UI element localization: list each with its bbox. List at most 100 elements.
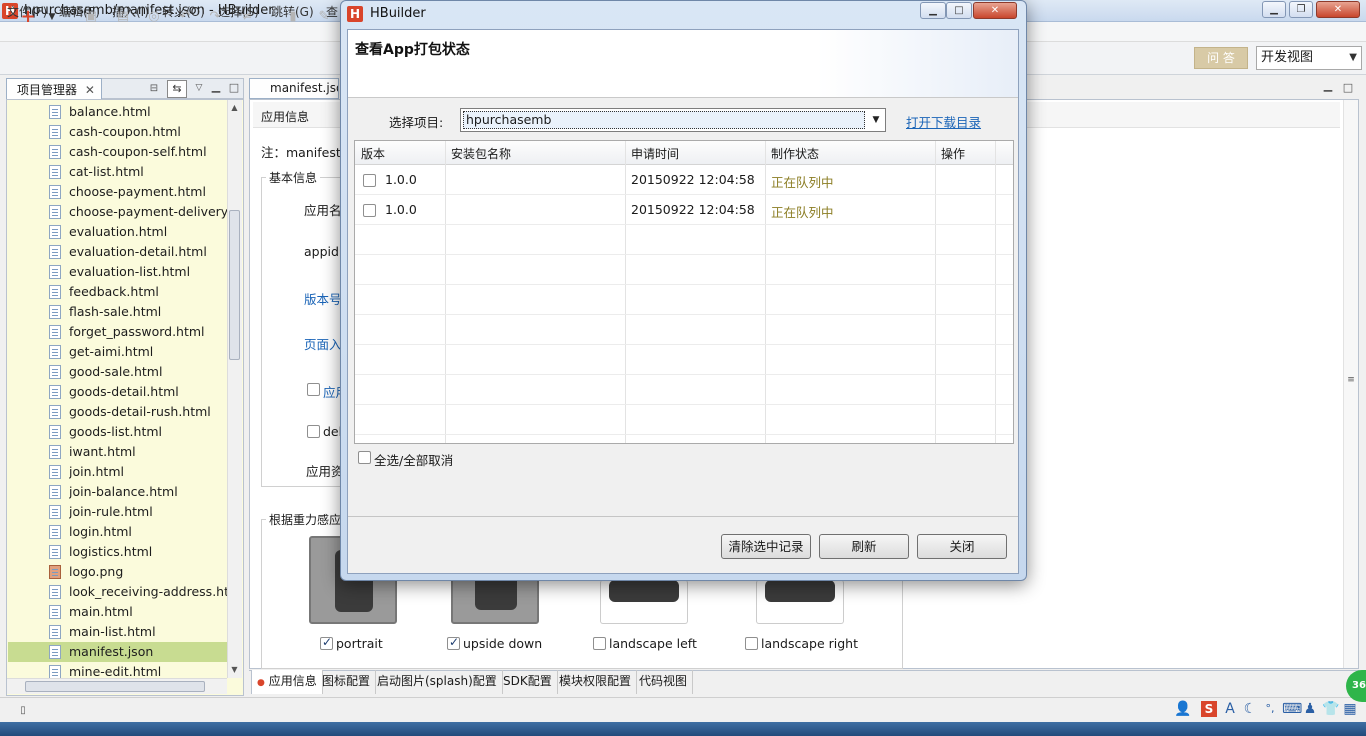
view-menu-icon[interactable]: ▽: [191, 80, 207, 96]
upside-down-checkbox[interactable]: [447, 635, 460, 650]
col-action[interactable]: 操作: [941, 145, 965, 162]
scroll-up-icon[interactable]: ▲: [229, 100, 240, 116]
file-tree-item[interactable]: forget_password.html: [69, 322, 243, 342]
dialog-close-button[interactable]: ✕: [973, 2, 1017, 19]
file-tree-item[interactable]: logistics.html: [69, 542, 243, 562]
row-checkbox[interactable]: [363, 174, 376, 187]
edit-icon[interactable]: ✎: [316, 9, 332, 25]
scroll-mid-icon[interactable]: ≡: [1343, 372, 1359, 388]
tab-app-info[interactable]: ● 应用信息: [251, 670, 323, 694]
clear-selected-button[interactable]: 清除选中记录: [721, 534, 811, 559]
format-icon[interactable]: ≠: [239, 9, 255, 25]
tab-splash-config[interactable]: 启动图片(splash)配置: [372, 670, 503, 694]
file-tree-vscrollbar[interactable]: [227, 100, 242, 678]
file-tree-vscroll-thumb[interactable]: [229, 210, 240, 360]
tab-project-manager[interactable]: 项目管理器 ✕: [6, 78, 102, 99]
file-tree-item[interactable]: goods-detail.html: [69, 382, 243, 402]
minimize-icon[interactable]: ▁: [1262, 1, 1286, 18]
file-tree-item[interactable]: join-balance.html: [69, 482, 243, 502]
history-icon[interactable]: ◎: [146, 9, 162, 25]
tab-module-permissions[interactable]: 模块权限配置: [554, 670, 638, 694]
page-entry-label[interactable]: 页面入: [304, 334, 342, 353]
file-tree-item[interactable]: balance.html: [69, 102, 243, 122]
file-tree-item[interactable]: evaluation.html: [69, 222, 243, 242]
view-mode-select[interactable]: 开发视图 ▼: [1256, 46, 1362, 70]
landscape-right-tile[interactable]: [756, 580, 844, 624]
user-icon[interactable]: 👤: [1174, 701, 1191, 717]
new-plus-icon[interactable]: +: [20, 8, 36, 26]
minimize-panel-icon[interactable]: ▁: [208, 79, 224, 95]
app-option-checkbox[interactable]: [307, 383, 320, 396]
debug-checkbox[interactable]: [307, 425, 320, 438]
chevron-down-icon[interactable]: ▼: [868, 110, 884, 130]
link-editor-icon[interactable]: ⇆: [167, 80, 187, 98]
file-tree-item[interactable]: get-aimi.html: [69, 342, 243, 362]
save-all-icon[interactable]: ▤: [115, 9, 131, 25]
close-window-button[interactable]: ✕: [1316, 1, 1360, 18]
file-tree-item[interactable]: main-list.html: [69, 622, 243, 642]
file-tree-item[interactable]: goods-detail-rush.html: [69, 402, 243, 422]
file-tree-item[interactable]: join-rule.html: [69, 502, 243, 522]
file-tree-item[interactable]: main.html: [69, 602, 243, 622]
save-icon[interactable]: ▣: [83, 9, 99, 25]
ask-button[interactable]: 问 答: [1194, 47, 1248, 69]
input-method-icon[interactable]: S: [1201, 701, 1217, 717]
file-tree-item[interactable]: goods-list.html: [69, 422, 243, 442]
tab-icon-config[interactable]: 图标配置: [317, 670, 377, 694]
close-button[interactable]: 关闭: [917, 534, 1007, 559]
dialog-minimize-icon[interactable]: ▁: [920, 2, 946, 19]
landscape-left-checkbox[interactable]: [593, 637, 606, 650]
file-tree-item[interactable]: manifest.json: [8, 642, 232, 662]
file-tree-hscroll-thumb[interactable]: [25, 681, 205, 692]
row-checkbox[interactable]: [363, 204, 376, 217]
new-dropdown-icon[interactable]: ▼: [44, 9, 60, 25]
tab-sdk-config[interactable]: SDK配置: [498, 670, 558, 694]
file-tree-item[interactable]: evaluation-detail.html: [69, 242, 243, 262]
col-request-time[interactable]: 申请时间: [631, 145, 679, 162]
project-select-value[interactable]: hpurchasemb: [463, 111, 865, 129]
dialog-maximize-icon[interactable]: □: [946, 2, 972, 19]
landscape-right-checkbox[interactable]: [745, 637, 758, 650]
file-tree-item[interactable]: good-sale.html: [69, 362, 243, 382]
col-status[interactable]: 制作状态: [771, 145, 819, 162]
moon-icon[interactable]: ☾: [1242, 701, 1258, 717]
editor-tab-manifest[interactable]: manifest.json: [249, 78, 339, 99]
collapse-all-icon[interactable]: ⊟: [146, 81, 162, 97]
maximize-panel-icon[interactable]: □: [226, 80, 242, 96]
font-icon[interactable]: A: [1222, 701, 1238, 717]
restore-icon[interactable]: ❐: [1289, 1, 1313, 18]
file-tree-item[interactable]: login.html: [69, 522, 243, 542]
landscape-left-tile[interactable]: [600, 580, 688, 624]
close-icon[interactable]: ✕: [85, 83, 95, 97]
file-tree-item[interactable]: logo.png: [69, 562, 243, 582]
keyboard-icon[interactable]: ⌨: [1282, 701, 1302, 717]
undo-icon[interactable]: ↶: [177, 9, 193, 25]
file-tree-item[interactable]: look_receiving-address.htm: [69, 582, 243, 602]
file-tree-item[interactable]: feedback.html: [69, 282, 243, 302]
file-tree-item[interactable]: cash-coupon.html: [69, 122, 243, 142]
file-tree-item[interactable]: choose-payment-delivery.h: [69, 202, 243, 222]
shirt-icon[interactable]: 👕: [1322, 701, 1339, 717]
select-all-checkbox[interactable]: [358, 451, 371, 464]
tab-code-view[interactable]: 代码视图: [634, 670, 694, 694]
refresh-button[interactable]: 刷新: [819, 534, 909, 559]
file-tree-item[interactable]: cat-list.html: [69, 162, 243, 182]
file-tree-item[interactable]: iwant.html: [69, 442, 243, 462]
open-download-dir-link[interactable]: 打开下载目录: [906, 112, 981, 131]
grid-icon[interactable]: ▦: [1342, 701, 1358, 717]
file-tree-item[interactable]: flash-sale.html: [69, 302, 243, 322]
minimize-editor-icon[interactable]: ▁: [1320, 78, 1336, 94]
maximize-editor-icon[interactable]: □: [1340, 80, 1356, 96]
file-tree-item[interactable]: join.html: [69, 462, 243, 482]
version-label[interactable]: 版本号: [304, 289, 342, 308]
file-tree-item[interactable]: cash-coupon-self.html: [69, 142, 243, 162]
file-tree-item[interactable]: choose-payment.html: [69, 182, 243, 202]
col-package-name[interactable]: 安装包名称: [451, 145, 511, 162]
punctuation-icon[interactable]: °,: [1262, 701, 1278, 717]
person-icon[interactable]: ♟: [1302, 701, 1318, 717]
col-version[interactable]: 版本: [361, 145, 385, 162]
redo-icon[interactable]: ↷: [207, 9, 223, 25]
portrait-checkbox[interactable]: [320, 635, 333, 650]
scroll-down-icon[interactable]: ▼: [229, 662, 240, 678]
file-tree-item[interactable]: evaluation-list.html: [69, 262, 243, 282]
